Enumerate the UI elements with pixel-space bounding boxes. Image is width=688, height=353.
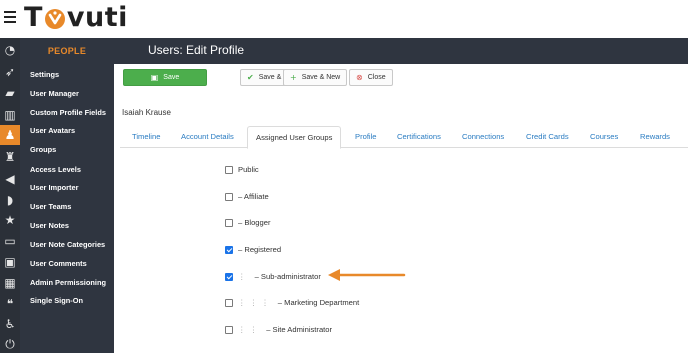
- save-new-label: Save & New: [301, 74, 341, 81]
- accessibility-icon[interactable]: ♿: [0, 314, 20, 334]
- comments-icon[interactable]: ❝: [0, 294, 20, 314]
- sidebar-item-groups[interactable]: Groups: [30, 145, 56, 154]
- sidebar-item-settings[interactable]: Settings: [30, 70, 59, 79]
- arrow-left-icon: [328, 269, 406, 281]
- icon-rail: ◔ ➶ ▰ ▥ ♟ ♜ ◀ ◗ ★ ▭ ▣ ▦ ❝ ♿ ⏻: [0, 38, 20, 353]
- tovuti-logo-icon: [44, 9, 65, 29]
- tab-timeline[interactable]: Timeline: [132, 126, 160, 148]
- profile-tabs: Timeline Account Details Assigned User G…: [120, 126, 688, 149]
- credit-card-icon[interactable]: ▭: [0, 231, 20, 251]
- group-item-marketing-department: ⋮⋮⋮ – Marketing Department: [225, 298, 359, 307]
- tree-indent-guide: ⋮⋮⋮: [238, 298, 273, 307]
- group-item-site-administrator: ⋮⋮ – Site Administrator: [225, 325, 332, 334]
- group-label: – Affiliate: [238, 192, 269, 201]
- group-checkbox[interactable]: [225, 298, 233, 307]
- close-button[interactable]: ⊗ Close: [349, 69, 393, 86]
- tree-indent-guide: ⋮: [238, 272, 250, 281]
- group-label: – Site Administrator: [266, 325, 333, 334]
- dashboard-icon[interactable]: ◔: [0, 40, 20, 60]
- group-label: – Blogger: [238, 218, 271, 227]
- sidebar-item-user-manager[interactable]: User Manager: [30, 89, 79, 98]
- sidebar-item-user-teams[interactable]: User Teams: [30, 202, 71, 211]
- top-bar: T vuti: [0, 0, 688, 38]
- group-label: Public: [238, 165, 259, 174]
- users-icon[interactable]: ♟: [0, 125, 20, 145]
- sidebar-item-user-avatars[interactable]: User Avatars: [30, 126, 75, 135]
- sidebar-item-custom-profile-fields[interactable]: Custom Profile Fields: [30, 108, 106, 117]
- save-button-label: Save: [163, 74, 180, 81]
- tab-rewards[interactable]: Rewards: [640, 126, 670, 148]
- tab-courses[interactable]: Courses: [590, 126, 618, 148]
- rocket-icon[interactable]: ➶: [0, 62, 20, 82]
- group-item-registered: – Registered: [225, 245, 281, 254]
- chart-icon[interactable]: ▥: [0, 105, 20, 125]
- sidebar-item-user-importer[interactable]: User Importer: [30, 183, 78, 192]
- star-icon[interactable]: ★: [0, 210, 20, 230]
- group-item-public: Public: [225, 165, 259, 174]
- sidebar-heading: PEOPLE: [47, 46, 87, 56]
- tab-credit-cards[interactable]: Credit Cards: [526, 126, 569, 148]
- group-checkbox[interactable]: [225, 325, 233, 334]
- badge-icon[interactable]: ▣: [0, 252, 20, 272]
- sidebar-item-access-levels[interactable]: Access Levels: [30, 165, 81, 174]
- tab-certifications[interactable]: Certifications: [397, 126, 441, 148]
- power-icon[interactable]: ⏻: [0, 334, 20, 353]
- save-button[interactable]: ▣ Save: [123, 69, 207, 86]
- sidebar-item-single-sign-on[interactable]: Single Sign-On: [30, 296, 83, 305]
- hamburger-menu-icon[interactable]: [4, 11, 16, 23]
- group-label: – Sub-administrator: [254, 272, 321, 281]
- calculator-icon[interactable]: ▦: [0, 273, 20, 293]
- group-checkbox[interactable]: [225, 272, 233, 281]
- tab-profile[interactable]: Profile: [355, 126, 377, 148]
- toolbar: ▣ Save ✔ Save & Close + Save & New ⊗ Clo…: [114, 64, 688, 92]
- save-new-button[interactable]: + Save & New: [283, 69, 348, 86]
- logo-text: vuti: [66, 2, 128, 33]
- group-checkbox[interactable]: [225, 165, 233, 174]
- tovuti-logo[interactable]: T vuti: [24, 2, 128, 33]
- sidebar-item-user-notes[interactable]: User Notes: [30, 221, 69, 230]
- group-checkbox[interactable]: [225, 245, 233, 254]
- tab-account-details[interactable]: Account Details: [181, 126, 234, 148]
- check-icon: ✔: [247, 73, 254, 82]
- plus-icon: +: [290, 73, 297, 82]
- tree-indent-guide: ⋮⋮: [238, 325, 262, 334]
- group-checkbox[interactable]: [225, 218, 233, 227]
- page-title: Users: Edit Profile: [148, 43, 245, 57]
- megaphone-icon[interactable]: ◀: [0, 169, 20, 189]
- group-item-sub-administrator: ⋮ – Sub-administrator: [225, 272, 321, 281]
- group-item-blogger: – Blogger: [225, 218, 271, 227]
- sidebar-item-user-note-categories[interactable]: User Note Categories: [30, 240, 105, 249]
- group-checkbox[interactable]: [225, 192, 233, 201]
- tab-connections[interactable]: Connections: [462, 126, 504, 148]
- trophy-icon[interactable]: ♜: [0, 147, 20, 167]
- tab-assigned-user-groups[interactable]: Assigned User Groups: [247, 126, 342, 149]
- graduation-cap-icon[interactable]: ▰: [0, 83, 20, 103]
- logo-letter-t: T: [24, 2, 43, 33]
- close-icon: ⊗: [356, 73, 363, 82]
- group-label: – Marketing Department: [277, 298, 360, 307]
- save-icon: ▣: [150, 73, 159, 82]
- close-label: Close: [367, 74, 386, 81]
- page-header: Users: Edit Profile: [114, 38, 688, 64]
- sidebar-item-user-comments[interactable]: User Comments: [30, 259, 87, 268]
- people-sidebar: PEOPLE Settings User Manager Custom Prof…: [20, 38, 114, 353]
- group-item-affiliate: – Affiliate: [225, 192, 269, 201]
- sidebar-item-admin-permissioning[interactable]: Admin Permissioning: [30, 278, 106, 287]
- group-label: – Registered: [238, 245, 282, 254]
- user-name: Isaiah Krause: [122, 108, 171, 117]
- feed-icon[interactable]: ◗: [0, 190, 20, 210]
